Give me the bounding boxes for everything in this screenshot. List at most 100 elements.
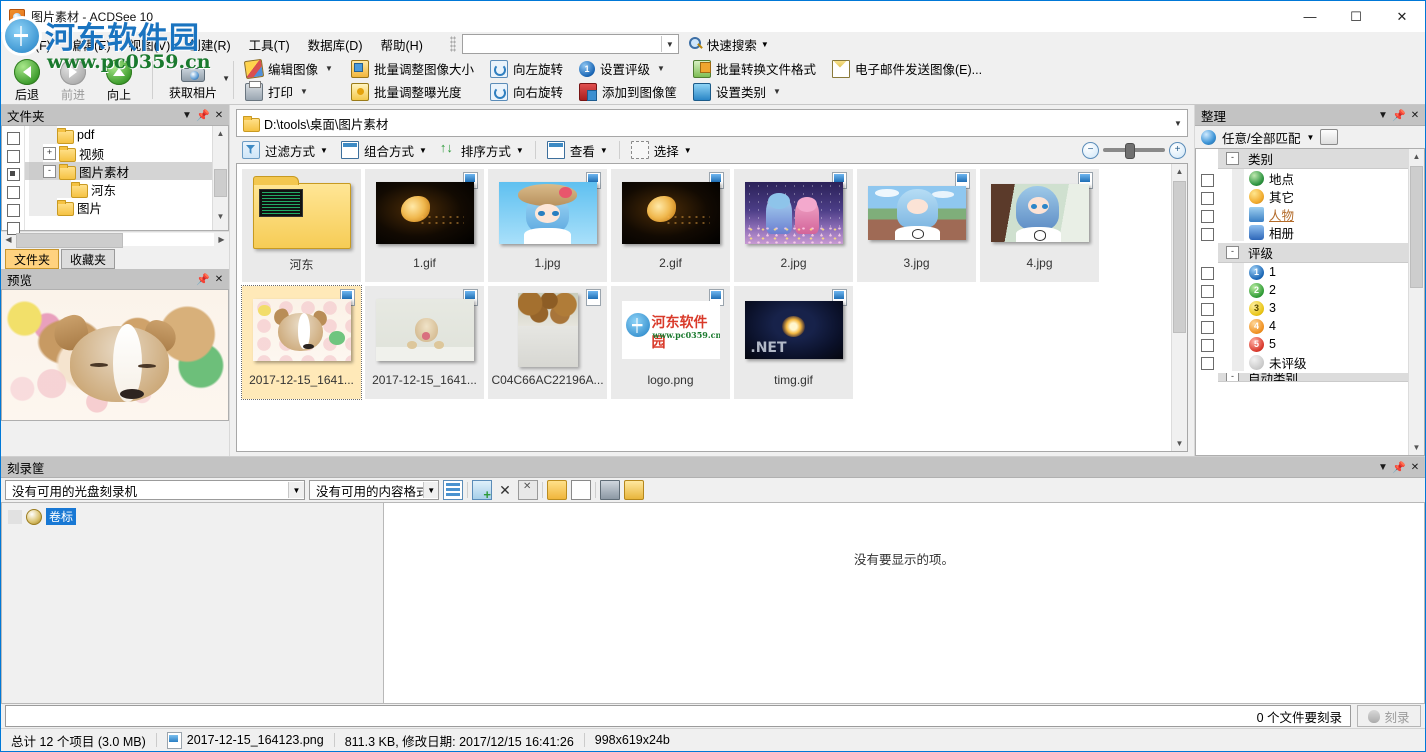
zoom-slider-thumb[interactable] (1125, 143, 1135, 159)
tree-item-hedong[interactable]: 河东 (25, 180, 212, 198)
close-icon[interactable]: ✕ (211, 271, 227, 287)
menu-help[interactable]: 帮助(H) (372, 32, 432, 57)
collapse-icon[interactable]: - (1226, 373, 1239, 381)
organize-item-album[interactable]: 相册 (1218, 223, 1408, 241)
thumbnail-item-1jpg[interactable]: 1.jpg (488, 169, 607, 282)
chevron-down-icon[interactable]: ▼ (773, 87, 781, 96)
organize-scrollbar[interactable]: ▲ ▼ (1408, 149, 1424, 455)
organize-item-unrated[interactable]: 未评级 (1218, 353, 1408, 371)
hscroll-thumb[interactable] (16, 233, 123, 248)
collapse-icon[interactable]: - (1226, 152, 1239, 165)
select-button[interactable]: 选择 ▼ (625, 138, 698, 163)
tab-favorites[interactable]: 收藏夹 (61, 249, 116, 269)
chevron-down-icon[interactable]: ▼ (222, 74, 230, 83)
chevron-down-icon[interactable]: ▼ (516, 146, 524, 155)
forward-button[interactable]: 前进 (51, 57, 95, 103)
rotate-left-button[interactable]: 向左旋转 (484, 57, 569, 80)
folder-checkbox[interactable] (2, 147, 24, 165)
rename-icon[interactable] (571, 480, 591, 500)
chevron-down-icon[interactable]: ▼ (179, 107, 195, 123)
organize-item-rating-2[interactable]: 2 2 (1218, 281, 1408, 299)
organize-item-people[interactable]: 人物 (1218, 205, 1408, 223)
scroll-up-icon[interactable]: ▲ (1409, 149, 1424, 164)
scroll-up-icon[interactable]: ▲ (1172, 164, 1187, 179)
collapse-icon[interactable]: - (43, 164, 56, 178)
scrollbar-thumb[interactable] (1410, 166, 1423, 288)
remove-icon[interactable]: ✕ (496, 481, 514, 499)
set-rating-button[interactable]: 1 设置评级 ▼ (573, 57, 671, 80)
new-category-icon[interactable] (1320, 129, 1339, 145)
category-checkbox[interactable] (1196, 189, 1218, 207)
quick-search-button[interactable]: 快速搜索 ▼ (688, 35, 769, 54)
burn-volume-tree[interactable]: 卷标 (1, 502, 384, 704)
scroll-down-icon[interactable]: ▼ (213, 209, 228, 224)
folder-checkbox[interactable] (2, 165, 24, 183)
folder-checkbox[interactable] (2, 183, 24, 201)
rating-checkbox[interactable] (1196, 354, 1218, 372)
thumbnail-item-c04[interactable]: C04C66AC22196A... (488, 286, 607, 399)
thumbnail-item-4jpg[interactable]: 4.jpg (980, 169, 1099, 282)
scrollbar-thumb[interactable] (1173, 181, 1186, 333)
pin-icon[interactable]: 📌 (1391, 459, 1407, 475)
folder-tree-hscrollbar[interactable]: ◀ ▶ (1, 231, 229, 248)
print-button[interactable]: 打印 ▼ (239, 80, 314, 103)
thumbnail-scrollbar[interactable]: ▲ ▼ (1171, 164, 1187, 451)
batch-convert-button[interactable]: 批量转换文件格式 (687, 57, 822, 80)
chevron-down-icon[interactable]: ▼ (423, 482, 438, 498)
maximize-button[interactable]: ☐ (1333, 1, 1379, 32)
organize-item-other[interactable]: 其它 (1218, 187, 1408, 205)
edit-image-button[interactable]: 编辑图像 ▼ (239, 57, 339, 80)
close-icon[interactable]: ✕ (211, 107, 227, 123)
close-icon[interactable]: ✕ (1407, 107, 1423, 123)
menu-tools[interactable]: 工具(T) (240, 32, 299, 57)
thumbnail-item-3jpg[interactable]: 3.jpg (857, 169, 976, 282)
tree-item-pictures-source[interactable]: - 图片素材 (25, 162, 212, 180)
quick-search-input[interactable]: ▼ (461, 34, 679, 54)
thumbnail-item-corgi[interactable]: 2017-12-15_1641... (241, 285, 362, 400)
organize-item-rating-1[interactable]: 1 1 (1218, 263, 1408, 281)
organize-item-place[interactable]: 地点 (1218, 169, 1408, 187)
chevron-down-icon[interactable]: ▼ (684, 146, 692, 155)
thumbnail-item-2gif[interactable]: 2.gif (611, 169, 730, 282)
scroll-up-icon[interactable]: ▲ (213, 126, 228, 141)
chevron-down-icon[interactable]: ▼ (600, 146, 608, 155)
group-header-auto-categories[interactable]: - 自动类别 (1218, 373, 1408, 382)
chevron-down-icon[interactable]: ▼ (660, 36, 678, 52)
chevron-down-icon[interactable]: ▼ (1375, 459, 1391, 475)
group-header-categories[interactable]: - 类别 (1218, 149, 1408, 169)
pin-icon[interactable]: 📌 (195, 107, 211, 123)
thumbnail-item-2jpg[interactable]: 2.jpg (734, 169, 853, 282)
back-button[interactable]: 后退 (5, 57, 49, 103)
close-icon[interactable]: ✕ (1407, 459, 1423, 475)
format-select[interactable]: 没有可用的内容格式 ▼ (309, 480, 439, 500)
zoom-out-icon[interactable]: − (1082, 141, 1099, 159)
collapse-icon[interactable]: - (1226, 246, 1239, 259)
toolbar-grip[interactable] (449, 36, 456, 52)
menu-create[interactable]: 创建(R) (179, 32, 239, 57)
group-header-ratings[interactable]: - 评级 (1218, 243, 1408, 263)
add-to-basket-button[interactable]: 添加到图像筐 (573, 80, 683, 103)
get-photos-button[interactable]: 获取相片 ▼ (158, 60, 230, 101)
add-files-icon[interactable] (472, 480, 492, 502)
category-checkbox[interactable] (1196, 207, 1218, 225)
organize-item-rating-5[interactable]: 5 5 (1218, 335, 1408, 353)
properties-icon[interactable] (443, 480, 463, 500)
batch-exposure-button[interactable]: 批量调整曝光度 (345, 80, 468, 103)
address-bar[interactable]: D:\tools\桌面\图片素材 ▼ (236, 109, 1188, 137)
burner-select[interactable]: 没有可用的光盘刻录机 ▼ (5, 480, 305, 500)
rating-checkbox[interactable] (1196, 300, 1218, 318)
scroll-down-icon[interactable]: ▼ (1409, 440, 1424, 455)
clear-all-icon[interactable] (518, 480, 538, 500)
folder-checkbox[interactable] (2, 129, 24, 147)
expand-icon[interactable]: + (43, 146, 56, 160)
scrollbar-thumb[interactable] (214, 169, 227, 197)
chevron-down-icon[interactable]: ▼ (1375, 107, 1391, 123)
category-checkbox[interactable] (1196, 171, 1218, 189)
chevron-down-icon[interactable]: ▼ (320, 146, 328, 155)
chevron-down-icon[interactable]: ▼ (300, 87, 308, 96)
folder-checkbox[interactable] (2, 201, 24, 219)
set-category-button[interactable]: 设置类别 ▼ (687, 80, 787, 103)
minimize-button[interactable]: — (1287, 1, 1333, 32)
up-button[interactable]: 向上 (97, 57, 141, 103)
rating-checkbox[interactable] (1196, 318, 1218, 336)
